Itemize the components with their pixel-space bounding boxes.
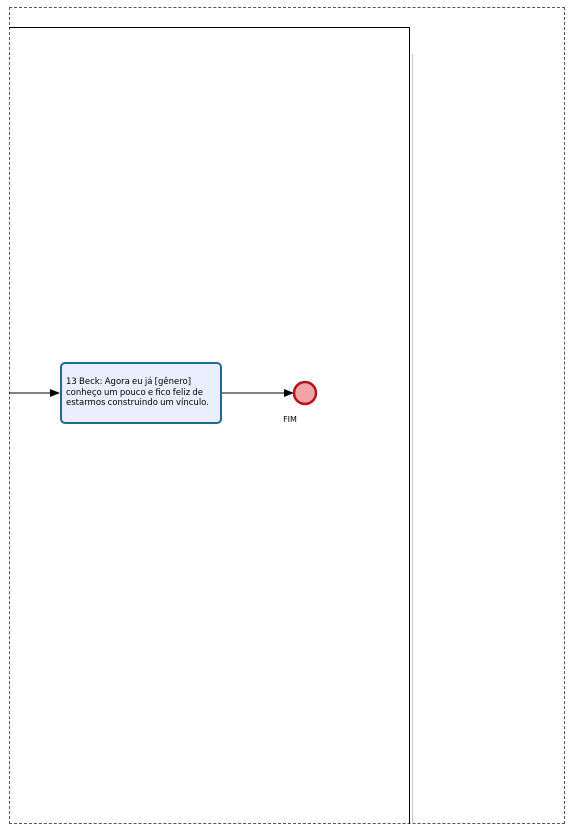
diagram-page: 13 Beck: Agora eu já [gênero] conheço um… (0, 0, 577, 831)
task-13-beck[interactable]: 13 Beck: Agora eu já [gênero] conheço um… (60, 362, 222, 424)
end-event-label: FIM (283, 415, 297, 424)
end-event-circle[interactable] (292, 380, 318, 406)
task-text: 13 Beck: Agora eu já [gênero] conheço um… (66, 377, 209, 408)
